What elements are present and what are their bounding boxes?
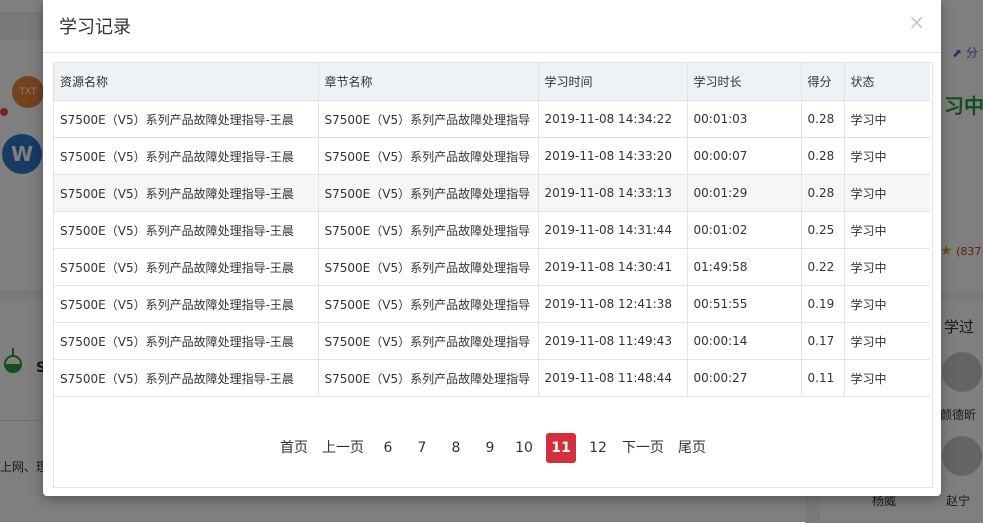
cell-resource-name: S7500E（V5）系列产品故障处理指导-王晨 (54, 285, 319, 323)
table-row: S7500E（V5）系列产品故障处理指导-王晨 S7500E（V5）系列产品故障… (54, 100, 930, 138)
pager-last-page[interactable]: 尾页 (671, 433, 713, 463)
cell-resource-name: S7500E（V5）系列产品故障处理指导-王晨 (54, 174, 319, 212)
table-row: S7500E（V5）系列产品故障处理指导-王晨 S7500E（V5）系列产品故障… (54, 137, 930, 175)
cell-chapter-name: S7500E（V5）系列产品故障处理指导 (318, 211, 539, 249)
cell-score: 0.11 (801, 359, 845, 397)
table-row: S7500E（V5）系列产品故障处理指导-王晨 S7500E（V5）系列产品故障… (54, 211, 930, 249)
cell-resource-name: S7500E（V5）系列产品故障处理指导-王晨 (54, 211, 319, 249)
header-study-duration: 学习时长 (687, 63, 802, 101)
cell-resource-name: S7500E（V5）系列产品故障处理指导-王晨 (54, 137, 319, 175)
cell-study-time: 2019-11-08 11:48:44 (538, 359, 688, 397)
cell-study-time: 2019-11-08 14:31:44 (538, 211, 688, 249)
cell-status: 学习中 (844, 248, 930, 286)
cell-study-duration: 00:01:02 (687, 211, 802, 249)
cell-status: 学习中 (844, 359, 930, 397)
pager-next-page[interactable]: 下一页 (615, 433, 671, 463)
cell-study-time: 2019-11-08 12:41:38 (538, 285, 688, 323)
cell-chapter-name: S7500E（V5）系列产品故障处理指导 (318, 322, 539, 360)
cell-score: 0.19 (801, 285, 845, 323)
study-record-table: 资源名称 章节名称 学习时间 学习时长 得分 状态 S7500E（V5）系列产品… (54, 63, 930, 397)
header-study-time: 学习时间 (538, 63, 688, 101)
modal-header: 学习记录 × (43, 0, 941, 53)
cell-chapter-name: S7500E（V5）系列产品故障处理指导 (318, 248, 539, 286)
table-row: S7500E（V5）系列产品故障处理指导-王晨 S7500E（V5）系列产品故障… (54, 359, 930, 397)
cell-score: 0.28 (801, 174, 845, 212)
header-resource-name: 资源名称 (54, 63, 319, 101)
cell-chapter-name: S7500E（V5）系列产品故障处理指导 (318, 285, 539, 323)
cell-score: 0.17 (801, 322, 845, 360)
cell-status: 学习中 (844, 174, 930, 212)
cell-chapter-name: S7500E（V5）系列产品故障处理指导 (318, 174, 539, 212)
pager-page-12[interactable]: 12 (581, 433, 615, 463)
cell-status: 学习中 (844, 285, 930, 323)
pager-page-6[interactable]: 6 (371, 433, 405, 463)
cell-score: 0.28 (801, 100, 845, 138)
pager-prev-page[interactable]: 上一页 (315, 433, 371, 463)
header-score: 得分 (801, 63, 845, 101)
table-header-row: 资源名称 章节名称 学习时间 学习时长 得分 状态 (54, 63, 930, 101)
cell-study-time: 2019-11-08 14:30:41 (538, 248, 688, 286)
cell-status: 学习中 (844, 211, 930, 249)
cell-study-time: 2019-11-08 14:33:13 (538, 174, 688, 212)
cell-status: 学习中 (844, 322, 930, 360)
modal-title: 学习记录 (59, 17, 131, 38)
close-icon[interactable]: × (908, 11, 925, 33)
table-row: S7500E（V5）系列产品故障处理指导-王晨 S7500E（V5）系列产品故障… (54, 285, 930, 323)
cell-study-duration: 00:01:29 (687, 174, 802, 212)
header-chapter-name: 章节名称 (318, 63, 539, 101)
cell-resource-name: S7500E（V5）系列产品故障处理指导-王晨 (54, 248, 319, 286)
header-status: 状态 (844, 63, 930, 101)
pager-page-8[interactable]: 8 (439, 433, 473, 463)
cell-score: 0.25 (801, 211, 845, 249)
pager-first-page[interactable]: 首页 (273, 433, 315, 463)
cell-score: 0.28 (801, 137, 845, 175)
cell-study-time: 2019-11-08 11:49:43 (538, 322, 688, 360)
cell-study-duration: 00:00:14 (687, 322, 802, 360)
cell-chapter-name: S7500E（V5）系列产品故障处理指导 (318, 359, 539, 397)
cell-chapter-name: S7500E（V5）系列产品故障处理指导 (318, 100, 539, 138)
cell-study-time: 2019-11-08 14:33:20 (538, 137, 688, 175)
cell-study-duration: 00:00:07 (687, 137, 802, 175)
cell-resource-name: S7500E（V5）系列产品故障处理指导-王晨 (54, 322, 319, 360)
modal-body: 资源名称 章节名称 学习时间 学习时长 得分 状态 S7500E（V5）系列产品… (53, 62, 933, 488)
pager-current-page[interactable]: 11 (546, 433, 576, 463)
table-row: S7500E（V5）系列产品故障处理指导-王晨 S7500E（V5）系列产品故障… (54, 174, 930, 212)
cell-chapter-name: S7500E（V5）系列产品故障处理指导 (318, 137, 539, 175)
cell-study-duration: 01:49:58 (687, 248, 802, 286)
cell-study-duration: 00:51:55 (687, 285, 802, 323)
study-record-modal: 学习记录 × 资源名称 章节名称 学习时间 学习时长 得分 状态 S7500E（… (43, 0, 941, 496)
table-row: S7500E（V5）系列产品故障处理指导-王晨 S7500E（V5）系列产品故障… (54, 248, 930, 286)
cell-resource-name: S7500E（V5）系列产品故障处理指导-王晨 (54, 359, 319, 397)
cell-score: 0.22 (801, 248, 845, 286)
pager-page-9[interactable]: 9 (473, 433, 507, 463)
pagination: 首页 上一页 6 7 8 9 10 11 12 下一页 尾页 (54, 433, 932, 463)
cell-resource-name: S7500E（V5）系列产品故障处理指导-王晨 (54, 100, 319, 138)
cell-study-duration: 00:00:27 (687, 359, 802, 397)
pager-page-10[interactable]: 10 (507, 433, 541, 463)
table-row: S7500E（V5）系列产品故障处理指导-王晨 S7500E（V5）系列产品故障… (54, 322, 930, 360)
cell-status: 学习中 (844, 100, 930, 138)
cell-study-duration: 00:01:03 (687, 100, 802, 138)
pager-page-7[interactable]: 7 (405, 433, 439, 463)
cell-status: 学习中 (844, 137, 930, 175)
cell-study-time: 2019-11-08 14:34:22 (538, 100, 688, 138)
